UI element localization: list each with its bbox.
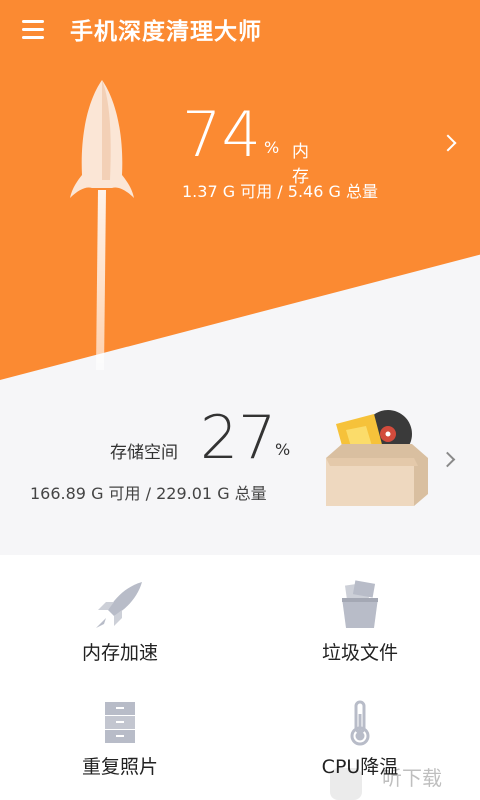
storage-chevron-right-icon[interactable] [439, 451, 456, 468]
app-title: 手机深度清理大师 [70, 19, 262, 45]
memory-percent: 74 [182, 98, 261, 171]
watermark-logo-icon [330, 768, 362, 800]
memory-percent-unit: % [264, 138, 280, 157]
thermometer-icon [350, 700, 370, 746]
watermark: 听下载 [322, 758, 480, 800]
feature-label: 垃圾文件 [321, 642, 398, 664]
memory-detail: 1.37 G 可用 / 5.46 G 总量 [182, 182, 378, 201]
top-bar: 手机深度清理大师 [0, 0, 480, 58]
feature-memory-boost[interactable]: 内存加速 [20, 580, 220, 665]
feature-label: 重复照片 [81, 756, 158, 778]
rocket-illustration [70, 80, 134, 370]
dashboard-hero: 手机深度清理大师 74 % 内存 1.37 G 可用 / 5.46 G 总量 存… [0, 0, 480, 555]
feature-duplicate-photos[interactable]: 重复照片 [20, 700, 220, 779]
trash-icon [342, 580, 378, 628]
storage-label: 存储空间 [110, 443, 178, 463]
feature-label: 内存加速 [81, 642, 158, 664]
storage-detail: 166.89 G 可用 / 229.01 G 总量 [30, 484, 267, 503]
watermark-text: 听下载 [382, 766, 442, 790]
rocket-icon [96, 582, 142, 628]
menu-icon[interactable] [22, 18, 46, 40]
storage-percent-unit: % [275, 440, 291, 459]
feature-junk-files[interactable]: 垃圾文件 [260, 580, 460, 665]
storage-box-illustration [326, 410, 428, 506]
cabinet-icon [105, 702, 135, 743]
storage-percent: 27 [200, 403, 277, 473]
